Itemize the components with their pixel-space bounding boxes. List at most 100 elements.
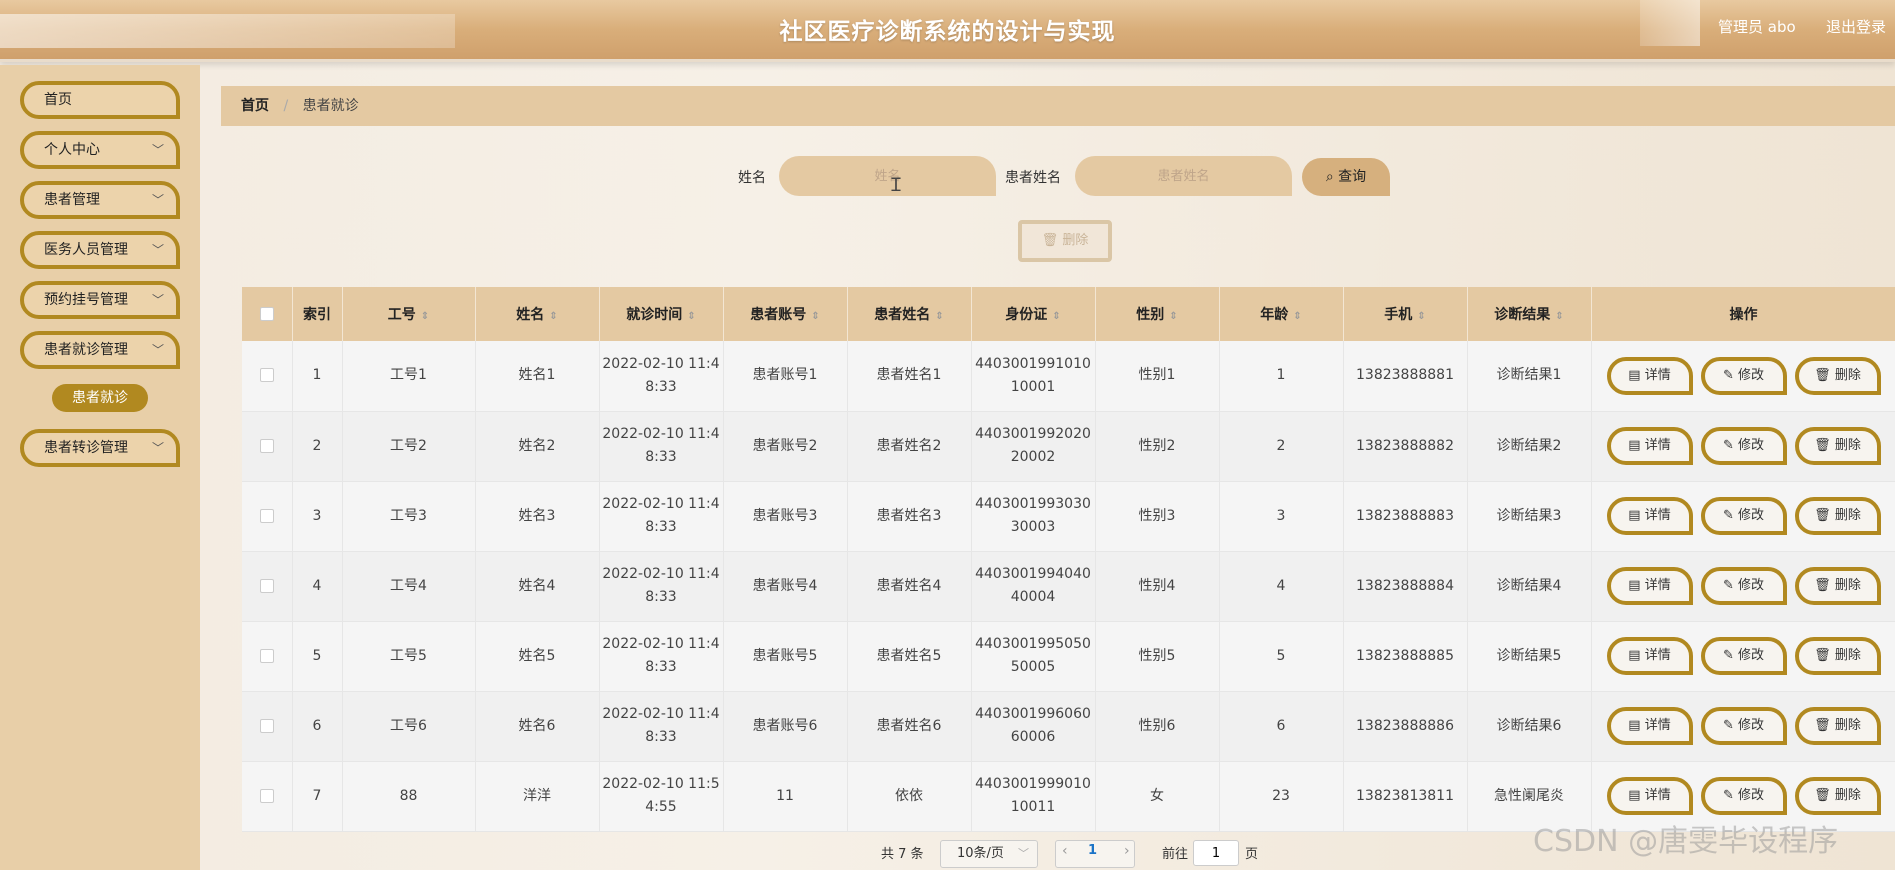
column-header-gender[interactable]: 性别 ⇕ xyxy=(1095,287,1220,341)
detail-button[interactable]: ▤ 详情 xyxy=(1606,637,1693,675)
submenu-item-patient-visit[interactable]: 患者就诊 xyxy=(52,384,148,412)
cell-actions: ▤ 详情 ✎ 修改 🗑 删除 xyxy=(1591,411,1895,482)
page-size-select[interactable]: 10条/页 ﹀ xyxy=(940,840,1038,868)
cell-patient-name: 患者姓名1 xyxy=(847,341,972,412)
sidebar-item-visit-management[interactable]: 患者就诊管理 ﹀ xyxy=(20,331,180,369)
row-checkbox[interactable] xyxy=(259,438,274,453)
row-checkbox[interactable] xyxy=(259,578,274,593)
detail-button-label: 详情 xyxy=(1644,788,1671,803)
edit-button[interactable]: ✎ 修改 xyxy=(1700,356,1787,395)
sidebar-item-patient-management[interactable]: 患者管理 ﹀ xyxy=(20,181,180,219)
detail-button[interactable]: ▤ 详情 xyxy=(1606,497,1693,535)
cell-result: 诊断结果4 xyxy=(1467,551,1592,622)
column-header-visit-time[interactable]: 就诊时间 ⇕ xyxy=(599,287,724,341)
row-checkbox[interactable] xyxy=(259,508,274,523)
select-all-cell xyxy=(242,287,293,341)
chevron-down-icon: ﹀ xyxy=(151,193,164,207)
delete-button[interactable]: 🗑 删除 xyxy=(1794,427,1881,465)
column-header-actions: 操作 xyxy=(1591,287,1895,341)
edit-button[interactable]: ✎ 修改 xyxy=(1700,777,1787,815)
sort-icon[interactable]: ⇕ xyxy=(811,311,819,322)
breadcrumb-home[interactable]: 首页 xyxy=(241,98,269,114)
sort-icon[interactable]: ⇕ xyxy=(1169,311,1177,322)
sidebar-item-home[interactable]: 首页 xyxy=(20,81,180,119)
detail-button-label: 详情 xyxy=(1644,367,1671,383)
delete-button[interactable]: 🗑 删除 xyxy=(1794,707,1881,745)
cell-name: 姓名6 xyxy=(475,691,600,762)
sort-icon[interactable]: ⇕ xyxy=(549,311,557,322)
delete-button[interactable]: 🗑 删除 xyxy=(1794,637,1881,675)
column-header-result[interactable]: 诊断结果 ⇕ xyxy=(1467,287,1592,341)
sidebar-item-label: 首页 xyxy=(44,92,72,108)
query-button-label: 查询 xyxy=(1338,169,1367,185)
sidebar-item-appointment[interactable]: 预约挂号管理 ﹀ xyxy=(20,281,180,319)
patient-name-search-input[interactable] xyxy=(1075,156,1292,196)
edit-button-label: 修改 xyxy=(1738,578,1765,593)
edit-button[interactable]: ✎ 修改 xyxy=(1700,497,1787,535)
detail-button[interactable]: ▤ 详情 xyxy=(1606,427,1693,465)
row-checkbox[interactable] xyxy=(259,648,274,663)
row-checkbox[interactable] xyxy=(259,718,274,733)
detail-button[interactable]: ▤ 详情 xyxy=(1606,356,1693,395)
cell-id-card: 440300199606060006 xyxy=(971,691,1096,762)
column-header-patient-account[interactable]: 患者账号 ⇕ xyxy=(723,287,848,341)
column-header-phone[interactable]: 手机 ⇕ xyxy=(1343,287,1468,341)
edit-button[interactable]: ✎ 修改 xyxy=(1700,637,1787,675)
cell-visit-time: 2022-02-10 11:48:33 xyxy=(599,621,724,692)
row-select-cell xyxy=(242,761,293,832)
delete-button-label: 删除 xyxy=(1834,367,1861,383)
cell-patient-name: 患者姓名5 xyxy=(847,621,972,692)
trash-icon: 🗑 xyxy=(1814,367,1835,383)
next-page-button[interactable]: › xyxy=(1124,843,1130,859)
goto-page-input[interactable] xyxy=(1193,840,1239,866)
detail-button[interactable]: ▤ 详情 xyxy=(1606,567,1693,605)
batch-delete-button[interactable]: 🗑 删除 xyxy=(1018,220,1112,262)
sidebar-item-medical-staff[interactable]: 医务人员管理 ﹀ xyxy=(20,231,180,269)
sort-icon[interactable]: ⇕ xyxy=(1417,311,1425,322)
cell-actions: ▤ 详情 ✎ 修改 🗑 删除 xyxy=(1591,551,1895,622)
select-all-checkbox[interactable] xyxy=(259,307,274,321)
cell-index: 4 xyxy=(292,551,343,622)
sort-icon[interactable]: ⇕ xyxy=(687,311,695,322)
sidebar-item-referral[interactable]: 患者转诊管理 ﹀ xyxy=(20,429,180,467)
delete-button[interactable]: 🗑 删除 xyxy=(1794,777,1881,815)
edit-button[interactable]: ✎ 修改 xyxy=(1700,707,1787,745)
prev-page-button[interactable]: ‹ xyxy=(1062,843,1068,859)
column-header-patient-name[interactable]: 患者姓名 ⇕ xyxy=(847,287,972,341)
column-header-id-card[interactable]: 身份证 ⇕ xyxy=(971,287,1096,341)
sidebar-item-label: 个人中心 xyxy=(44,142,100,158)
sidebar-item-personal-center[interactable]: 个人中心 ﹀ xyxy=(20,131,180,169)
row-checkbox[interactable] xyxy=(259,788,274,803)
edit-button[interactable]: ✎ 修改 xyxy=(1700,567,1787,605)
logout-link[interactable]: 退出登录 xyxy=(1826,16,1886,37)
query-button[interactable]: ⌕ 查询 xyxy=(1302,158,1390,196)
sort-icon[interactable]: ⇕ xyxy=(1555,311,1563,322)
detail-button[interactable]: ▤ 详情 xyxy=(1606,707,1693,745)
sidebar-item-label: 患者管理 xyxy=(44,192,100,208)
cell-phone: 13823888885 xyxy=(1343,621,1468,692)
row-checkbox[interactable] xyxy=(259,368,274,383)
edit-button[interactable]: ✎ 修改 xyxy=(1700,427,1787,465)
delete-button[interactable]: 🗑 删除 xyxy=(1794,497,1881,535)
sort-icon[interactable]: ⇕ xyxy=(1293,311,1301,322)
sort-icon[interactable]: ⇕ xyxy=(1052,311,1060,322)
document-icon: ▤ xyxy=(1628,508,1645,523)
detail-button[interactable]: ▤ 详情 xyxy=(1606,777,1693,815)
cell-result: 诊断结果5 xyxy=(1467,621,1592,692)
column-header-name[interactable]: 姓名 ⇕ xyxy=(475,287,600,341)
name-label: 姓名 xyxy=(738,170,766,186)
sort-icon[interactable]: ⇕ xyxy=(421,311,429,322)
cell-gender: 性别6 xyxy=(1095,691,1220,762)
delete-button[interactable]: 🗑 删除 xyxy=(1794,356,1881,395)
cell-result: 诊断结果6 xyxy=(1467,691,1592,762)
column-header-staff-no[interactable]: 工号 ⇕ xyxy=(342,287,476,341)
trash-icon: 🗑 xyxy=(1041,233,1059,248)
document-icon: ▤ xyxy=(1628,578,1645,593)
row-select-cell xyxy=(242,551,293,622)
page-number-current[interactable]: 1 xyxy=(1088,843,1097,858)
sort-icon[interactable]: ⇕ xyxy=(935,311,943,322)
cell-result: 诊断结果2 xyxy=(1467,411,1592,482)
current-user: 管理员 abo xyxy=(1718,18,1796,36)
delete-button[interactable]: 🗑 删除 xyxy=(1794,567,1881,605)
column-header-age[interactable]: 年龄 ⇕ xyxy=(1219,287,1344,341)
